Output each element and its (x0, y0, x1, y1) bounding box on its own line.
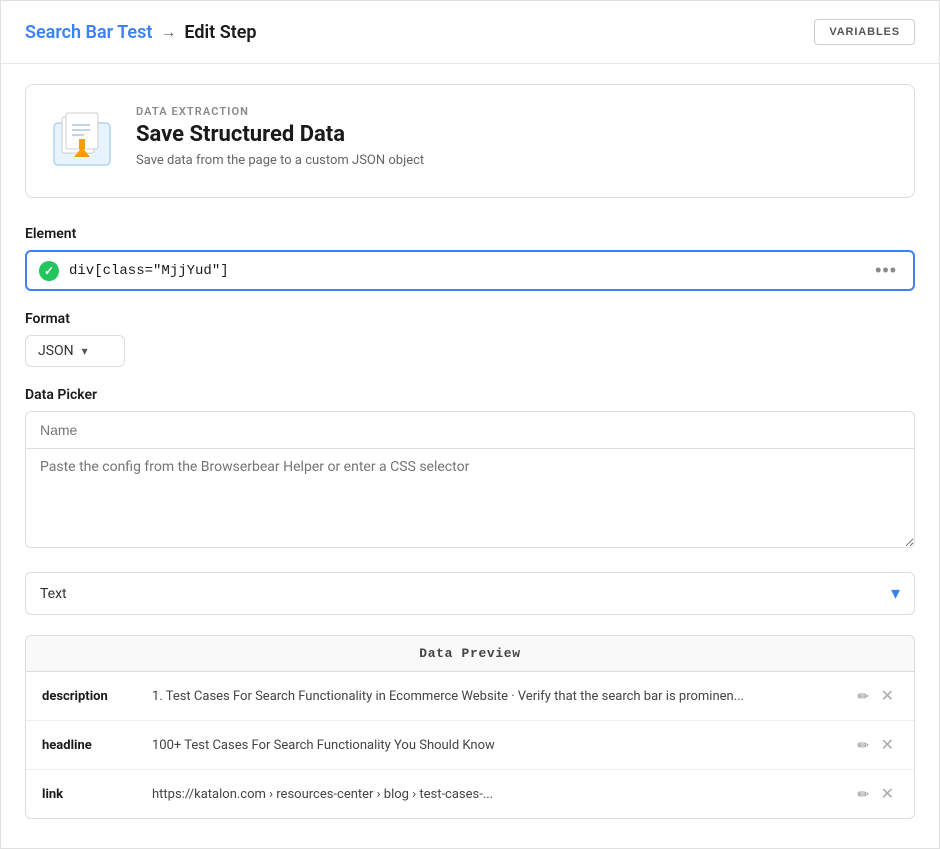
step-info: DATA EXTRACTION Save Structured Data Sav… (136, 105, 424, 168)
variables-button[interactable]: VARIABLES (814, 19, 915, 45)
current-page-label: Edit Step (184, 22, 256, 43)
step-category: DATA EXTRACTION (136, 105, 424, 118)
format-selected-value: JSON (38, 343, 74, 359)
element-input[interactable] (69, 263, 861, 279)
data-picker-name-input[interactable] (25, 411, 915, 448)
row-delete-button[interactable]: ✕ (877, 782, 898, 806)
element-input-wrapper[interactable]: ••• (25, 250, 915, 291)
header-title: Search Bar Test → Edit Step (25, 22, 257, 43)
data-picker-config-textarea[interactable] (25, 448, 915, 548)
row-edit-button[interactable]: ✏ (853, 784, 873, 805)
step-card: DATA EXTRACTION Save Structured Data Sav… (25, 84, 915, 198)
data-preview-header: Data Preview (26, 636, 914, 672)
row-value: 100+ Test Cases For Search Functionality… (136, 721, 837, 770)
data-preview-table: description 1. Test Cases For Search Fun… (26, 672, 914, 818)
element-more-button[interactable]: ••• (871, 260, 901, 281)
element-check-icon (39, 261, 59, 281)
format-section: Format JSON ▾ (25, 311, 915, 367)
row-delete-button[interactable]: ✕ (877, 684, 898, 708)
row-actions: ✏ ✕ (837, 721, 914, 770)
text-type-section: Text ▾ (25, 572, 915, 615)
data-picker-section: Data Picker (25, 387, 915, 552)
arrow-separator: → (160, 22, 176, 42)
element-label: Element (25, 226, 915, 242)
data-picker-label: Data Picker (25, 387, 915, 403)
header: Search Bar Test → Edit Step VARIABLES (1, 1, 939, 64)
text-type-chevron-icon: ▾ (891, 583, 900, 604)
row-edit-button[interactable]: ✏ (853, 735, 873, 756)
step-title: Save Structured Data (136, 122, 424, 147)
table-row: description 1. Test Cases For Search Fun… (26, 672, 914, 721)
format-chevron-icon: ▾ (82, 344, 88, 358)
row-value: 1. Test Cases For Search Functionality i… (136, 672, 837, 721)
row-key: link (26, 770, 136, 819)
format-label: Format (25, 311, 915, 327)
format-select[interactable]: JSON ▾ (25, 335, 125, 367)
table-row: headline 100+ Test Cases For Search Func… (26, 721, 914, 770)
row-edit-button[interactable]: ✏ (853, 686, 873, 707)
row-key: description (26, 672, 136, 721)
text-type-selected: Text (40, 586, 67, 602)
table-row: link https://katalon.com › resources-cen… (26, 770, 914, 819)
row-actions: ✏ ✕ (837, 672, 914, 721)
text-type-select[interactable]: Text ▾ (25, 572, 915, 615)
main-content: DATA EXTRACTION Save Structured Data Sav… (1, 64, 939, 839)
row-delete-button[interactable]: ✕ (877, 733, 898, 757)
row-key: headline (26, 721, 136, 770)
breadcrumb-link[interactable]: Search Bar Test (25, 22, 152, 43)
row-actions: ✏ ✕ (837, 770, 914, 819)
step-description: Save data from the page to a custom JSON… (136, 153, 424, 168)
data-preview-container: Data Preview description 1. Test Cases F… (25, 635, 915, 819)
row-value: https://katalon.com › resources-center ›… (136, 770, 837, 819)
step-icon (46, 105, 118, 177)
element-section: Element ••• (25, 226, 915, 291)
